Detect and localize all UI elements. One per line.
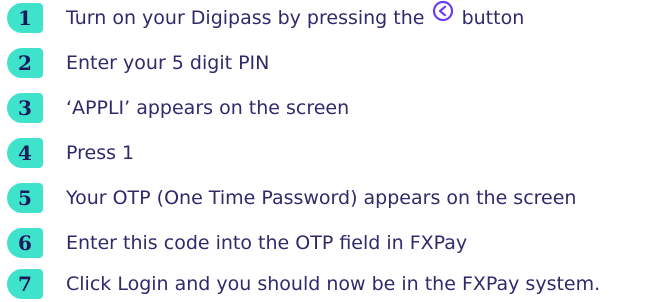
step-text: Press 1 (66, 142, 135, 164)
back-arrow-circle-icon (432, 0, 454, 34)
step-number-badge: 6 (7, 228, 43, 258)
step-text: Your OTP (One Time Password) appears on … (66, 187, 577, 209)
step-text: Enter your 5 digit PIN (66, 52, 270, 74)
step-number-badge: 5 (7, 183, 43, 213)
step-number-badge: 3 (7, 93, 43, 123)
step-number-badge: 2 (7, 48, 43, 78)
step-text-before-icon: Turn on your Digipass by pressing the (66, 6, 425, 29)
step-text: ‘APPLI’ appears on the screen (66, 97, 350, 119)
step-text: Click Login and you should now be in the… (66, 273, 601, 295)
step-text: Turn on your Digipass by pressing the bu… (66, 0, 524, 36)
step-number-badge: 4 (7, 138, 43, 168)
step-number-badge: 7 (7, 269, 43, 299)
step-text-after-icon: button (461, 6, 525, 29)
step-text: Enter this code into the OTP field in FX… (66, 232, 468, 254)
step-number-badge: 1 (7, 3, 43, 33)
instruction-steps: 1 Turn on your Digipass by pressing the … (0, 0, 653, 302)
